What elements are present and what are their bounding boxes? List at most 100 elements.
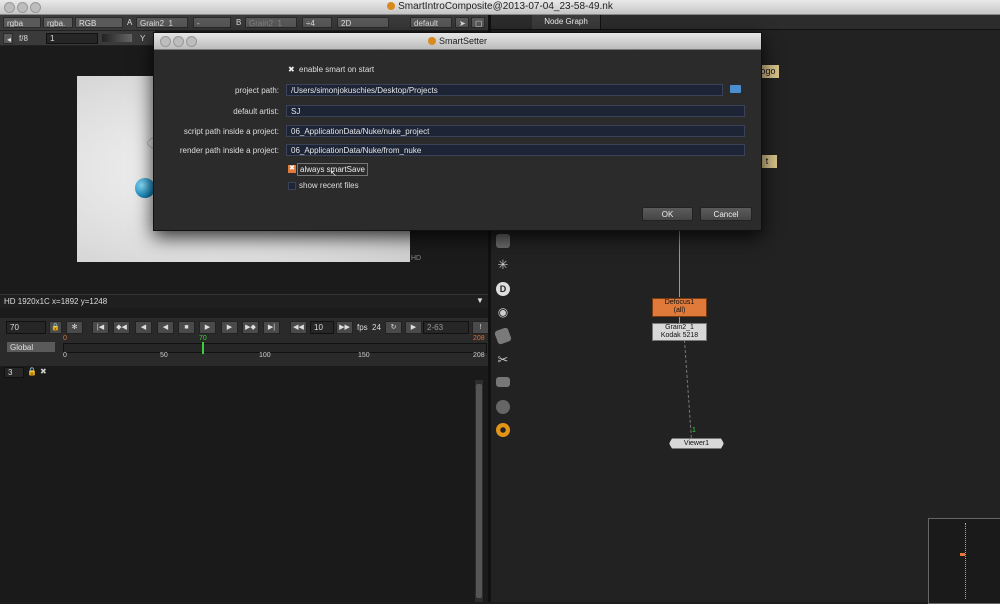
timeline-end-label: 208 [473, 335, 485, 342]
timeline-tick-label: 150 [358, 352, 370, 359]
display-channel-dropdown[interactable]: RGB [75, 17, 123, 28]
enable-smart-label: enable smart on start [299, 65, 375, 74]
timeline-scrubber[interactable] [63, 342, 487, 354]
lock-icon[interactable]: 🔒 [49, 321, 62, 334]
smart-plugin-icon[interactable] [496, 423, 510, 437]
lock-panels-icon[interactable]: 🔒 [27, 367, 37, 376]
increment-input[interactable]: 10 [310, 321, 334, 334]
node-graph-minimap[interactable] [928, 518, 1000, 604]
layer-dropdown[interactable]: rgba. [43, 17, 73, 28]
show-recent-files-checkbox[interactable] [288, 182, 296, 190]
b-input-label: B [236, 18, 242, 27]
roi-icon[interactable]: ▢ [471, 17, 485, 28]
script-path-input[interactable]: 06_ApplicationData/Nuke/nuke_project [286, 125, 745, 137]
dialog-zoom-button[interactable] [186, 36, 197, 47]
loop-mode-icon[interactable]: ↻ [385, 321, 402, 334]
previous-frame-icon[interactable]: ◀ [135, 321, 152, 334]
default-artist-label: default artist: [233, 107, 279, 116]
folder-browse-icon[interactable] [730, 85, 741, 93]
play-forward-icon[interactable]: ▶ [199, 321, 216, 334]
playhead-marker[interactable] [202, 342, 204, 354]
first-frame-icon[interactable]: |◀ [92, 321, 109, 334]
timeline-scope-dropdown[interactable]: Global [6, 341, 56, 353]
properties-scrollbar[interactable] [475, 380, 483, 602]
always-smartsave-checkbox[interactable]: ✖ [288, 165, 296, 173]
viewer-toolbar-secondary: ◂ f/8 1 Y [0, 31, 155, 46]
node-graph-header: Node Graph [490, 15, 1000, 30]
enable-smart-checkbox[interactable]: ✖ [288, 66, 296, 74]
skip-back-icon[interactable]: ◀◀ [290, 321, 307, 334]
smartsetter-dialog: SmartSetter ✖ enable smart on start proj… [153, 32, 762, 231]
zoom-window-button[interactable] [30, 2, 41, 13]
current-frame-input[interactable]: 70 [6, 321, 46, 334]
project-path-label: project path: [234, 86, 279, 95]
clear-panels-icon[interactable]: ✖ [40, 367, 47, 376]
timeline-start-label: 0 [63, 335, 67, 342]
toolsets-wrench-icon[interactable]: ✂ [496, 353, 510, 367]
dialog-close-button[interactable] [160, 36, 171, 47]
zoom-dropdown[interactable]: ÷4 [302, 17, 332, 28]
ok-button[interactable]: OK [642, 207, 693, 221]
3d-cube-icon[interactable] [496, 234, 510, 248]
frame-range-input[interactable]: 2-63 [423, 321, 469, 334]
view-mode-dropdown[interactable]: 2D [337, 17, 389, 28]
wipe-operation-dropdown[interactable]: - [193, 17, 231, 28]
render-path-label: render path inside a project: [179, 146, 279, 155]
defocus-node[interactable]: Defocus1 (all) [652, 298, 707, 317]
views-eye-icon[interactable]: ◉ [496, 305, 510, 319]
furnace-icon[interactable] [496, 400, 510, 414]
play-backward-icon[interactable]: ◀ [157, 321, 174, 334]
format-tag: HD [411, 255, 422, 262]
stop-icon[interactable]: ■ [178, 321, 195, 334]
cancel-button[interactable]: Cancel [700, 207, 752, 221]
scrollbar-thumb[interactable] [476, 384, 482, 598]
fstop-toggle-icon[interactable]: ◂ [3, 33, 13, 44]
node-label: Defocus1 [664, 299, 695, 306]
viewer-node[interactable]: Viewer1 [669, 438, 724, 449]
timeline-tick-label: 0 [63, 352, 67, 359]
channels-dropdown[interactable]: rgba [3, 17, 41, 28]
play-range-icon[interactable]: ▶ [405, 321, 422, 334]
window-title: SmartIntroComposite@2013-07-04_23-58-49.… [398, 1, 613, 12]
snowflake-icon[interactable]: ✻ [66, 321, 83, 334]
particles-icon[interactable]: ✳ [496, 258, 510, 272]
last-frame-icon[interactable]: ▶| [263, 321, 280, 334]
node-sublabel: Kodak 5218 [660, 332, 699, 339]
script-path-label: script path inside a project: [183, 127, 279, 136]
render-path-input[interactable]: 06_ApplicationData/Nuke/from_nuke [286, 144, 745, 156]
dialog-minimize-button[interactable] [173, 36, 184, 47]
a-input-label: A [127, 18, 133, 27]
project-path-input[interactable]: /Users/simonjokuschies/Desktop/Projects [286, 84, 723, 96]
minimap-nodes [965, 523, 968, 599]
cursor-icon[interactable]: ➤ [455, 17, 469, 28]
fstop-value: f/8 [19, 34, 28, 43]
close-window-button[interactable] [4, 2, 15, 13]
fps-label: fps [357, 323, 368, 332]
skip-to-end-icon[interactable]: ! [472, 321, 489, 334]
minimize-window-button[interactable] [17, 2, 28, 13]
deep-icon[interactable]: D [496, 282, 510, 296]
previous-keyframe-icon[interactable]: ◆◀ [113, 321, 130, 334]
frame-input[interactable]: 1 [46, 33, 98, 44]
exposure-slider[interactable] [102, 34, 132, 42]
default-artist-input[interactable]: SJ [286, 105, 745, 117]
tab-node-graph[interactable]: Node Graph [532, 15, 601, 29]
next-keyframe-icon[interactable]: ▶◆ [242, 321, 259, 334]
viewer-toolbar: rgba rgba. RGB A Grain2_1 - B Grain2_1 ÷… [0, 15, 490, 31]
y-label: Y [140, 34, 146, 43]
minimap-node [960, 553, 965, 556]
next-frame-icon[interactable]: ▶ [221, 321, 238, 334]
max-panels-input[interactable]: 3 [4, 367, 24, 378]
grain-node[interactable]: Grain2_1 Kodak 5218 [652, 323, 707, 341]
timeline-tick-label: 208 [473, 352, 485, 359]
show-recent-files-label: show recent files [299, 181, 359, 190]
nuke-app-icon [387, 2, 396, 10]
a-input-dropdown[interactable]: Grain2_1 [136, 17, 188, 28]
b-input-dropdown[interactable]: Grain2_1 [245, 17, 297, 28]
mouse-cursor-icon: ↖ [330, 169, 337, 178]
info-dropdown-arrow-icon[interactable]: ▼ [476, 296, 484, 305]
window-title-bar: SmartIntroComposite@2013-07-04_23-58-49.… [0, 0, 1000, 15]
other-tools-icon[interactable] [496, 377, 510, 387]
skip-forward-icon[interactable]: ▶▶ [336, 321, 353, 334]
viewer-lut-dropdown[interactable]: default [410, 17, 452, 28]
